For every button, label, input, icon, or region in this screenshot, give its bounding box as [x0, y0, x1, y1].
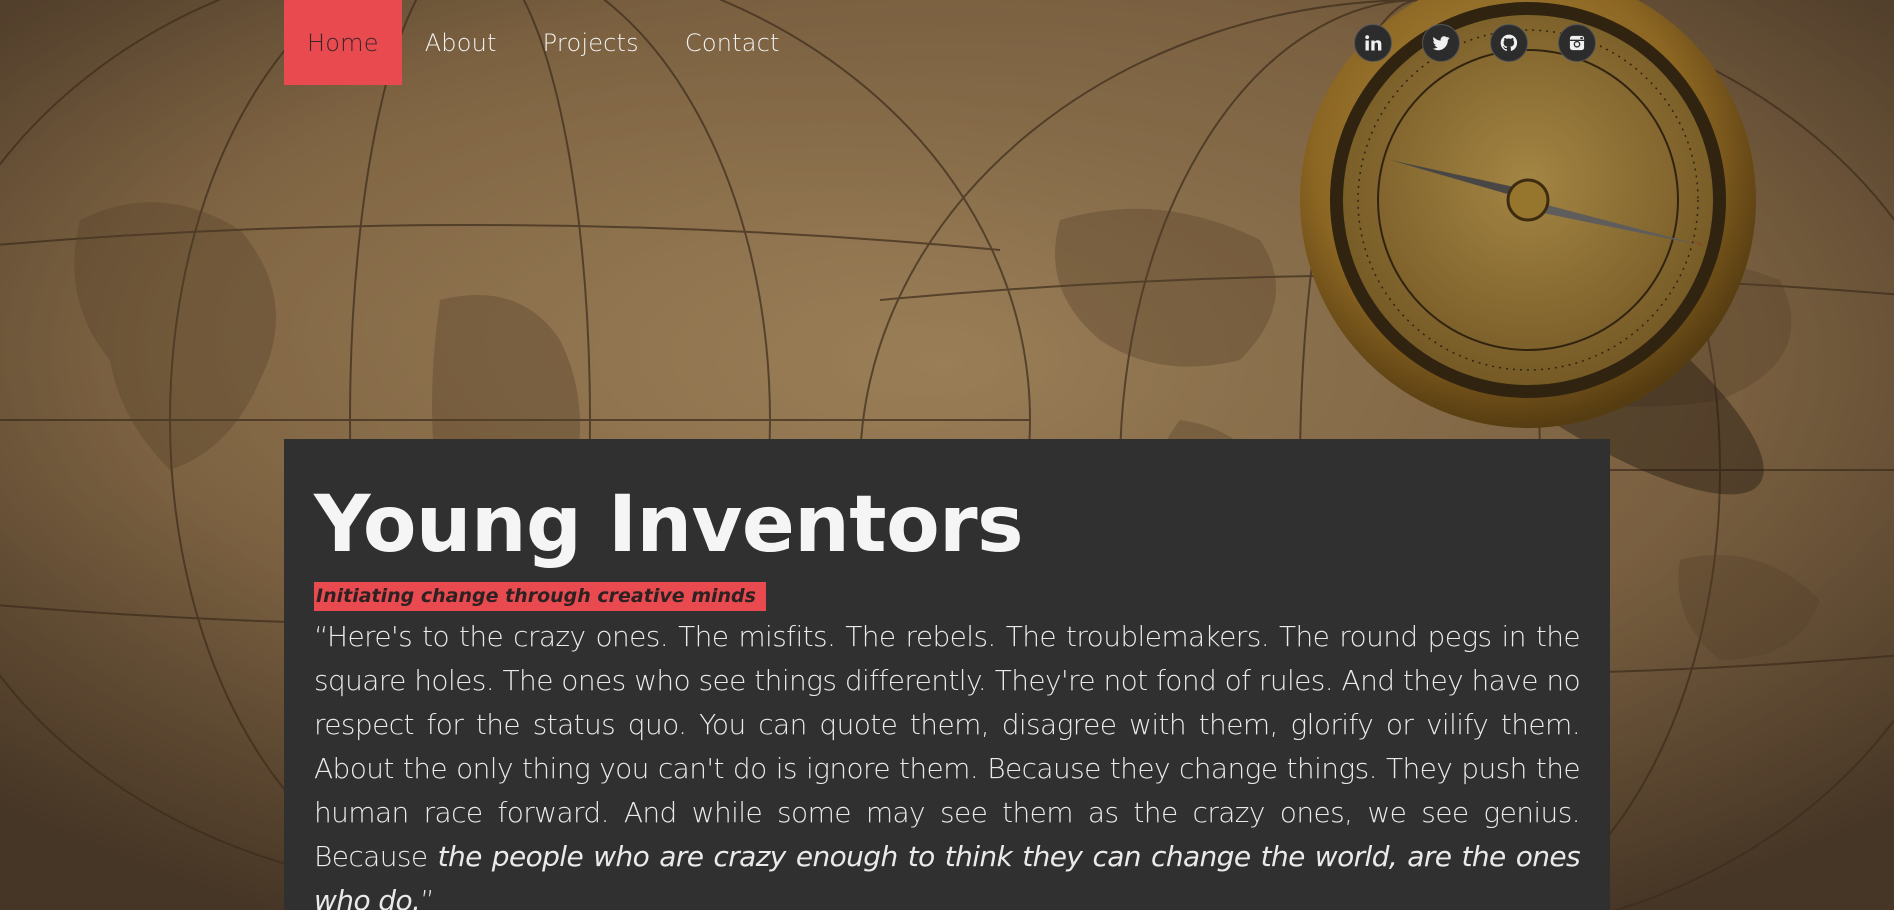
tagline-badge: Initiating change through creative minds — [314, 581, 766, 611]
nav-projects-link[interactable]: Projects — [520, 0, 662, 85]
main-navigation: Home About Projects Contact — [284, 0, 803, 85]
quote-italic-text: the people who are crazy enough to think… — [314, 839, 1581, 910]
quote-text: “Here's to the crazy ones. The misfits. … — [314, 619, 1581, 873]
linkedin-icon — [1365, 35, 1382, 51]
github-icon — [1500, 34, 1518, 51]
twitter-icon — [1432, 36, 1450, 51]
quote-close-mark: ” — [420, 883, 435, 910]
page-title: Young Inventors — [314, 480, 1024, 570]
github-button[interactable] — [1490, 24, 1528, 62]
quote-paragraph: “Here's to the crazy ones. The misfits. … — [314, 615, 1581, 910]
instagram-button[interactable] — [1558, 24, 1596, 62]
intro-card: Young Inventors Initiating change throug… — [284, 439, 1610, 910]
instagram-icon — [1569, 35, 1585, 51]
social-links — [1354, 24, 1596, 62]
linkedin-button[interactable] — [1354, 24, 1392, 62]
nav-home-link[interactable]: Home — [284, 0, 402, 85]
twitter-button[interactable] — [1422, 24, 1460, 62]
nav-contact-link[interactable]: Contact — [662, 0, 803, 85]
nav-about-link[interactable]: About — [402, 0, 520, 85]
